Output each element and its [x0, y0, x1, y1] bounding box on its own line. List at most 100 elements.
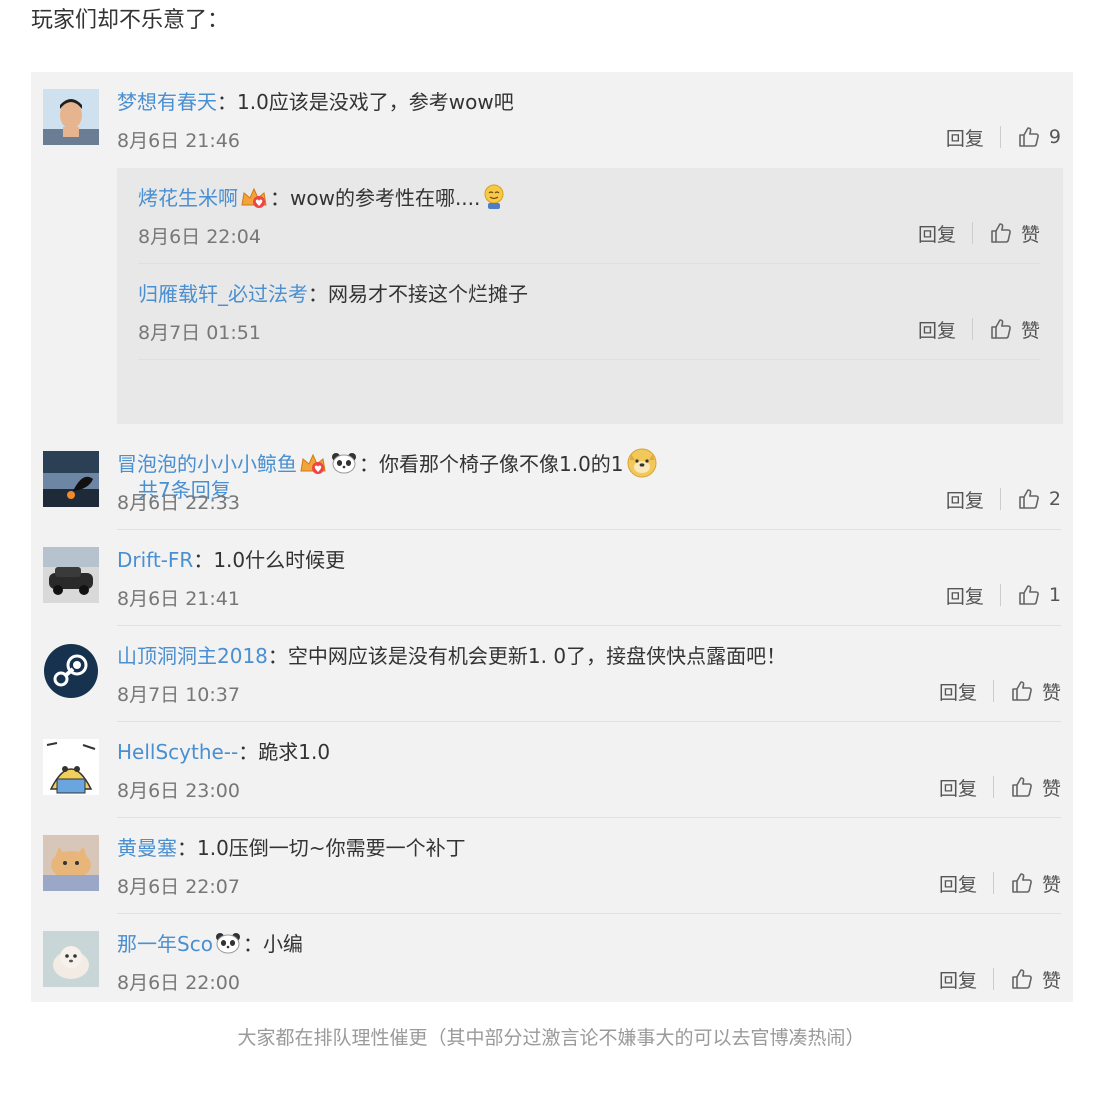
sub-reply-item: 烤花生米啊 ♥ ：wow的参考性在哪.... 8月6日 22:04 回复 赞 [138, 168, 1040, 264]
comment-text: 空中网应该是没有机会更新1. 0了，接盘侠快点露面吧！ [287, 644, 787, 668]
svg-text:♥: ♥ [255, 199, 263, 209]
sub-replies-box: 烤花生米啊 ♥ ：wow的参考性在哪.... 8月6日 22:04 回复 赞 归雁载… [117, 168, 1063, 502]
username-link[interactable]: 归雁载轩_必过法考 [138, 282, 308, 306]
comment-text: 小编 [262, 932, 303, 956]
like-button[interactable]: 2 [1017, 487, 1061, 511]
svg-text:♥: ♥ [314, 465, 322, 475]
crown-badge-icon: ♥ [299, 451, 327, 480]
like-button[interactable]: 赞 [989, 316, 1040, 343]
username-link[interactable]: 黄曼塞 [117, 836, 177, 860]
like-button[interactable]: 9 [1017, 125, 1061, 149]
like-button[interactable]: 赞 [1010, 774, 1061, 801]
comment-text: 网易才不接这个烂摊子 [328, 282, 528, 306]
colon: ： [242, 932, 263, 956]
timestamp: 8月6日 21:41 [117, 588, 240, 610]
thumbs-up-icon [1019, 489, 1039, 509]
avatar[interactable] [43, 89, 99, 145]
like-count: 赞 [1020, 319, 1040, 342]
panda-emoji-icon [331, 451, 357, 480]
comment-line: 梦想有春天：1.0应该是没戏了，参考wow吧 [117, 86, 514, 115]
comment-item: HellScythe--：跪求1.0 8月6日 23:00 回复 赞 [43, 722, 1061, 818]
comment-item: 黄曼塞：1.0压倒一切~你需要一个补丁 8月6日 22:07 回复 赞 [43, 818, 1061, 914]
like-button[interactable]: 赞 [1010, 870, 1061, 897]
comment-text: 1.0应该是没戏了，参考wow吧 [237, 90, 514, 114]
sub-reply-item: 归雁载轩_必过法考：网易才不接这个烂摊子 8月7日 01:51 回复 赞 [138, 264, 1040, 360]
like-button[interactable]: 赞 [1010, 966, 1061, 993]
comment-line: 那一年Sco ：小编 [117, 928, 303, 960]
reply-button[interactable]: 回复 [939, 678, 977, 705]
reply-button[interactable]: 回复 [946, 582, 984, 609]
like-count: 2 [1048, 488, 1061, 510]
username-link[interactable]: 山顶洞洞主2018 [117, 644, 268, 668]
comment-item: 梦想有春天：1.0应该是没戏了，参考wow吧 8月6日 21:46 回复 9 [43, 72, 1061, 168]
colon: ： [217, 90, 237, 114]
timestamp: 8月7日 10:37 [117, 684, 240, 706]
comment-list: 梦想有春天：1.0应该是没戏了，参考wow吧 8月6日 21:46 回复 9 烤… [31, 72, 1073, 1002]
reply-button[interactable]: 回复 [946, 486, 984, 513]
divider [992, 680, 994, 702]
comment-actions: 回复 9 [946, 124, 1061, 150]
row-divider [138, 359, 1040, 360]
comment-text: 1.0什么时候更 [213, 548, 346, 572]
timestamp: 8月6日 22:07 [117, 876, 240, 898]
comment-actions: 回复 赞 [918, 316, 1040, 342]
reply-button[interactable]: 回复 [939, 870, 977, 897]
colon: ： [238, 740, 259, 764]
comment-actions: 回复 2 [946, 486, 1061, 512]
thumbs-up-icon [1012, 873, 1032, 893]
colon: ： [267, 644, 288, 668]
timestamp: 8月6日 22:00 [117, 972, 240, 994]
like-count: 赞 [1020, 223, 1040, 246]
divider [992, 776, 994, 798]
comment-text: 你看那个椅子像不像1.0的1 [379, 452, 624, 476]
avatar[interactable] [43, 931, 99, 987]
avatar[interactable] [43, 643, 99, 699]
colon: ： [177, 836, 197, 860]
comment-actions: 回复 赞 [939, 870, 1061, 896]
like-button[interactable]: 赞 [1010, 678, 1061, 705]
username-link[interactable]: HellScythe-- [117, 740, 238, 764]
intro-text: 玩家们却不乐意了： [31, 8, 230, 33]
divider [971, 222, 973, 244]
avatar[interactable] [43, 547, 99, 603]
colon: ： [308, 282, 328, 306]
thumbs-up-icon [1019, 127, 1039, 147]
timestamp: 8月6日 22:04 [138, 226, 261, 248]
comment-line: Drift-FR：1.0什么时候更 [117, 544, 345, 573]
reply-button[interactable]: 回复 [939, 966, 977, 993]
like-button[interactable]: 1 [1017, 583, 1061, 607]
comment-actions: 回复 1 [946, 582, 1061, 608]
comment-item: Drift-FR：1.0什么时候更 8月6日 21:41 回复 1 [43, 530, 1061, 626]
reply-button[interactable]: 回复 [939, 774, 977, 801]
username-link[interactable]: 那一年Sco [117, 932, 213, 956]
comment-line: HellScythe--：跪求1.0 [117, 736, 330, 765]
reply-button[interactable]: 回复 [918, 220, 956, 247]
avatar[interactable] [43, 451, 99, 507]
like-count: 赞 [1041, 873, 1061, 896]
doge-emoji-icon [626, 448, 658, 483]
comment-line: 黄曼塞：1.0压倒一切~你需要一个补丁 [117, 832, 466, 861]
avatar[interactable] [43, 739, 99, 795]
like-button[interactable]: 赞 [989, 220, 1040, 247]
username-link[interactable]: 冒泡泡的小小小鲸鱼 [117, 452, 297, 476]
comment-actions: 回复 赞 [939, 678, 1061, 704]
divider [999, 126, 1001, 148]
comment-text: 跪求1.0 [258, 740, 331, 764]
divider [992, 968, 994, 990]
username-link[interactable]: 烤花生米啊 [138, 186, 238, 210]
comment-line: 归雁载轩_必过法考：网易才不接这个烂摊子 [138, 278, 528, 307]
timestamp: 8月6日 23:00 [117, 780, 240, 802]
thumbs-up-icon [1012, 969, 1032, 989]
thumbs-up-icon [1012, 681, 1032, 701]
reply-button[interactable]: 回复 [946, 124, 984, 151]
username-link[interactable]: 梦想有春天 [117, 90, 217, 114]
avatar[interactable] [43, 835, 99, 891]
comment-item: 那一年Sco ：小编 8月6日 22:00 回复 赞 [43, 914, 1061, 1002]
comment-item: 冒泡泡的小小小鲸鱼 ♥ ：你看那个椅子像不像1.0的1 8月6日 22:33 回复 … [43, 434, 1061, 530]
reply-button[interactable]: 回复 [918, 316, 956, 343]
sweat-smile-emoji-icon [482, 184, 506, 215]
colon: ： [193, 548, 214, 572]
comment-line: 山顶洞洞主2018：空中网应该是没有机会更新1. 0了，接盘侠快点露面吧！ [117, 640, 786, 669]
like-count: 赞 [1041, 777, 1061, 800]
username-link[interactable]: Drift-FR [117, 548, 193, 572]
